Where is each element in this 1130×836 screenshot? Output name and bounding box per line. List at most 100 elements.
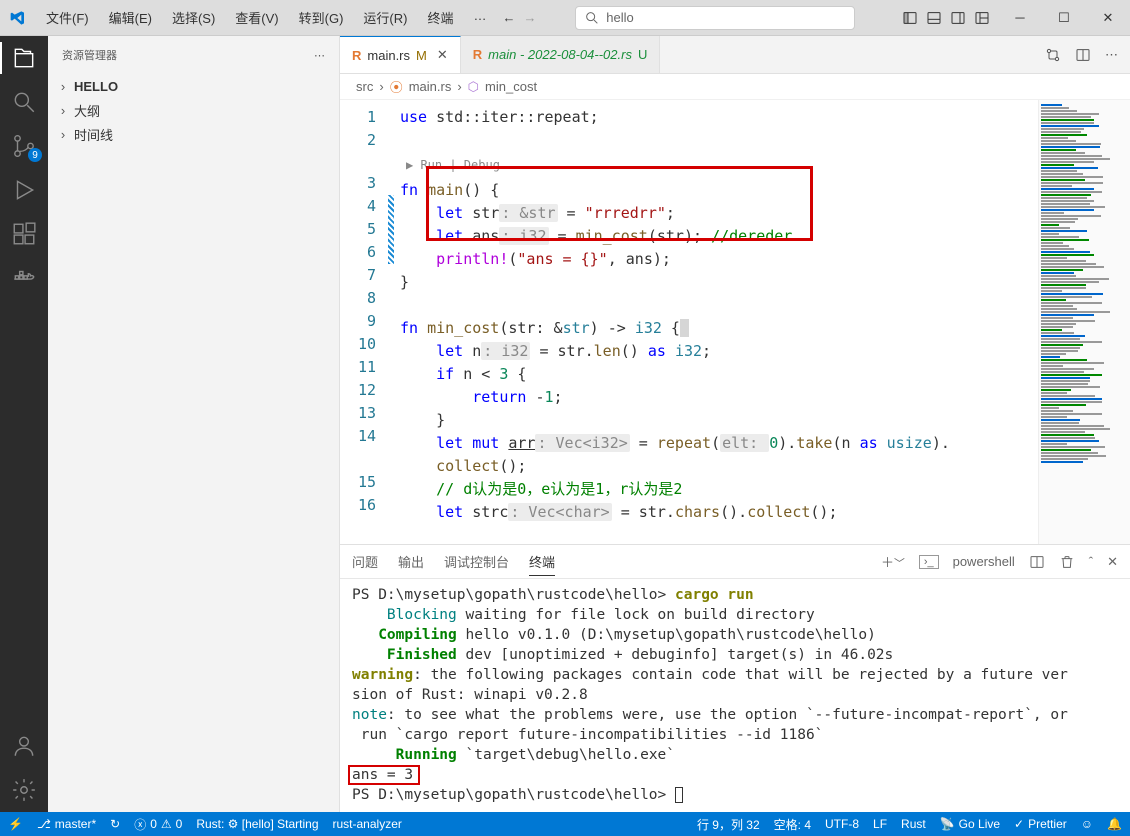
settings-gear-icon[interactable]	[10, 776, 38, 804]
code-line[interactable]: if n < 3 {	[400, 363, 1038, 386]
tab-more-icon[interactable]: ⋯	[1105, 47, 1118, 63]
status-problems[interactable]: ⓧ 0 ⚠ 0	[134, 816, 182, 833]
menu-go[interactable]: 转到(G)	[289, 8, 354, 27]
code-line[interactable]	[400, 294, 1038, 317]
toggle-secondary-sidebar-icon[interactable]	[950, 10, 966, 26]
code-line[interactable]: return -1;	[400, 386, 1038, 409]
nav-back-icon[interactable]: ←	[502, 10, 515, 25]
status-prettier[interactable]: ✓ Prettier	[1014, 817, 1067, 831]
search-text: hello	[606, 10, 633, 25]
panel-tab-output[interactable]: 输出	[398, 548, 424, 575]
minimize-icon[interactable]: ─	[998, 0, 1042, 36]
sidebar-section-timeline[interactable]: › 时间线	[48, 122, 339, 146]
code-line[interactable]: let strc: Vec<char> = str.chars().collec…	[400, 501, 1038, 524]
menu-terminal[interactable]: 终端	[417, 8, 463, 27]
code-line[interactable]: collect();	[400, 455, 1038, 478]
status-eol[interactable]: LF	[873, 817, 887, 831]
code-line[interactable]: let str: &str = "rrredrr";	[400, 202, 1038, 225]
code-line[interactable]: let ans: i32 = min_cost(str); //dereder	[400, 225, 1038, 248]
accounts-icon[interactable]	[10, 732, 38, 760]
toggle-panel-icon[interactable]	[926, 10, 942, 26]
status-notifications-icon[interactable]: 🔔	[1107, 817, 1122, 831]
code-line[interactable]: fn min_cost(str: &str) -> i32 {	[400, 317, 1038, 340]
menu-more[interactable]: …	[463, 8, 496, 27]
window-controls: ─ ☐ ✕	[998, 0, 1130, 36]
panel-tab-terminal[interactable]: 终端	[529, 548, 555, 576]
close-panel-icon[interactable]: ✕	[1107, 554, 1118, 570]
sidebar-more-icon[interactable]: ⋯	[314, 49, 325, 62]
command-center-search[interactable]: hello	[575, 6, 855, 30]
compare-changes-icon[interactable]	[1045, 47, 1061, 63]
menu-selection[interactable]: 选择(S)	[162, 8, 225, 27]
chevron-right-icon: ›	[56, 127, 70, 142]
extensions-icon[interactable]	[10, 220, 38, 248]
chevron-right-icon: ›	[56, 103, 70, 118]
rust-file-icon: R	[352, 48, 361, 63]
close-icon[interactable]: ✕	[1086, 0, 1130, 36]
status-feedback-icon[interactable]: ☺	[1081, 817, 1093, 831]
sidebar-section-hello[interactable]: › HELLO	[48, 74, 339, 98]
terminal-shell-label[interactable]: powershell	[953, 554, 1015, 569]
toggle-primary-sidebar-icon[interactable]	[902, 10, 918, 26]
split-editor-icon[interactable]	[1075, 47, 1091, 63]
code-line[interactable]	[400, 129, 1038, 152]
menu-edit[interactable]: 编辑(E)	[99, 8, 162, 27]
tab-main-backup[interactable]: R main - 2022-08-04--02.rs U	[461, 36, 661, 73]
status-rust-analyzer[interactable]: rust-analyzer	[333, 817, 402, 831]
minimap[interactable]	[1038, 100, 1130, 544]
terminal[interactable]: PS D:\mysetup\gopath\rustcode\hello> car…	[340, 579, 1130, 812]
tab-main-rs[interactable]: R main.rs M ✕	[340, 36, 461, 73]
breadcrumb[interactable]: src › ⦿ main.rs › ⬡ min_cost	[340, 74, 1130, 100]
tab-label: main - 2022-08-04--02.rs	[488, 47, 632, 62]
bottom-panel: 问题 输出 调试控制台 终端 ＋﹀ ›_ powershell ˆ ✕ PS D…	[340, 544, 1130, 812]
code-line[interactable]: println!("ans = {}", ans);	[400, 248, 1038, 271]
status-sync[interactable]: ↻	[110, 817, 120, 831]
code-line[interactable]: }	[400, 271, 1038, 294]
code-editor[interactable]: 1234567891011121314 1516 use std::iter::…	[340, 100, 1130, 544]
customize-layout-icon[interactable]	[974, 10, 990, 26]
breadcrumb-item[interactable]: min_cost	[485, 79, 537, 94]
panel-tab-debug-console[interactable]: 调试控制台	[444, 548, 509, 575]
docker-icon[interactable]	[10, 264, 38, 292]
status-language[interactable]: Rust	[901, 817, 926, 831]
status-rust[interactable]: Rust: ⚙ [hello] Starting	[196, 817, 318, 831]
source-control-icon[interactable]: 9	[10, 132, 38, 160]
code-line[interactable]: use std::iter::repeat;	[400, 106, 1038, 129]
menu-view[interactable]: 查看(V)	[225, 8, 288, 27]
code-content[interactable]: use std::iter::repeat; ▶ Run | Debugfn m…	[394, 100, 1038, 544]
terminal-profile-icon[interactable]: ›_	[919, 555, 939, 569]
code-line[interactable]: let mut arr: Vec<i32> = repeat(elt: 0).t…	[400, 432, 1038, 455]
explorer-icon[interactable]	[10, 44, 38, 72]
status-encoding[interactable]: UTF-8	[825, 817, 859, 831]
status-indentation[interactable]: 空格: 4	[774, 816, 811, 833]
run-debug-icon[interactable]	[10, 176, 38, 204]
tab-close-icon[interactable]: ✕	[437, 47, 448, 63]
split-terminal-icon[interactable]	[1029, 554, 1045, 570]
terminal-line: Finished dev [unoptimized + debuginfo] t…	[352, 645, 1118, 665]
code-line[interactable]: }	[400, 409, 1038, 432]
vscode-logo-icon	[0, 10, 36, 26]
code-line[interactable]: fn main() {	[400, 179, 1038, 202]
kill-terminal-icon[interactable]	[1059, 554, 1075, 570]
code-lens-run-debug[interactable]: ▶ Run | Debug	[400, 152, 1038, 179]
status-remote-icon[interactable]: ⚡	[8, 817, 23, 831]
code-line[interactable]: // d认为是0，e认为是1，r认为是2	[400, 478, 1038, 501]
status-cursor-position[interactable]: 行 9，列 32	[697, 816, 760, 833]
breadcrumb-item[interactable]: main.rs	[409, 79, 452, 94]
maximize-panel-icon[interactable]: ˆ	[1089, 554, 1093, 569]
sidebar-item-label: 大纲	[74, 101, 100, 120]
status-go-live[interactable]: 📡 Go Live	[940, 817, 1000, 831]
menu-file[interactable]: 文件(F)	[36, 8, 99, 27]
terminal-line: note: to see what the problems were, use…	[352, 705, 1118, 725]
sidebar-section-outline[interactable]: › 大纲	[48, 98, 339, 122]
new-terminal-icon[interactable]: ＋﹀	[881, 552, 905, 571]
code-line[interactable]: let n: i32 = str.len() as i32;	[400, 340, 1038, 363]
menu-run[interactable]: 运行(R)	[353, 8, 417, 27]
nav-forward-icon[interactable]: →	[523, 10, 536, 25]
maximize-icon[interactable]: ☐	[1042, 0, 1086, 36]
panel-tab-problems[interactable]: 问题	[352, 548, 378, 575]
breadcrumb-item[interactable]: src	[356, 79, 373, 94]
status-branch[interactable]: ⎇master*	[37, 817, 96, 831]
title-bar: 文件(F) 编辑(E) 选择(S) 查看(V) 转到(G) 运行(R) 终端 ……	[0, 0, 1130, 36]
search-icon[interactable]	[10, 88, 38, 116]
